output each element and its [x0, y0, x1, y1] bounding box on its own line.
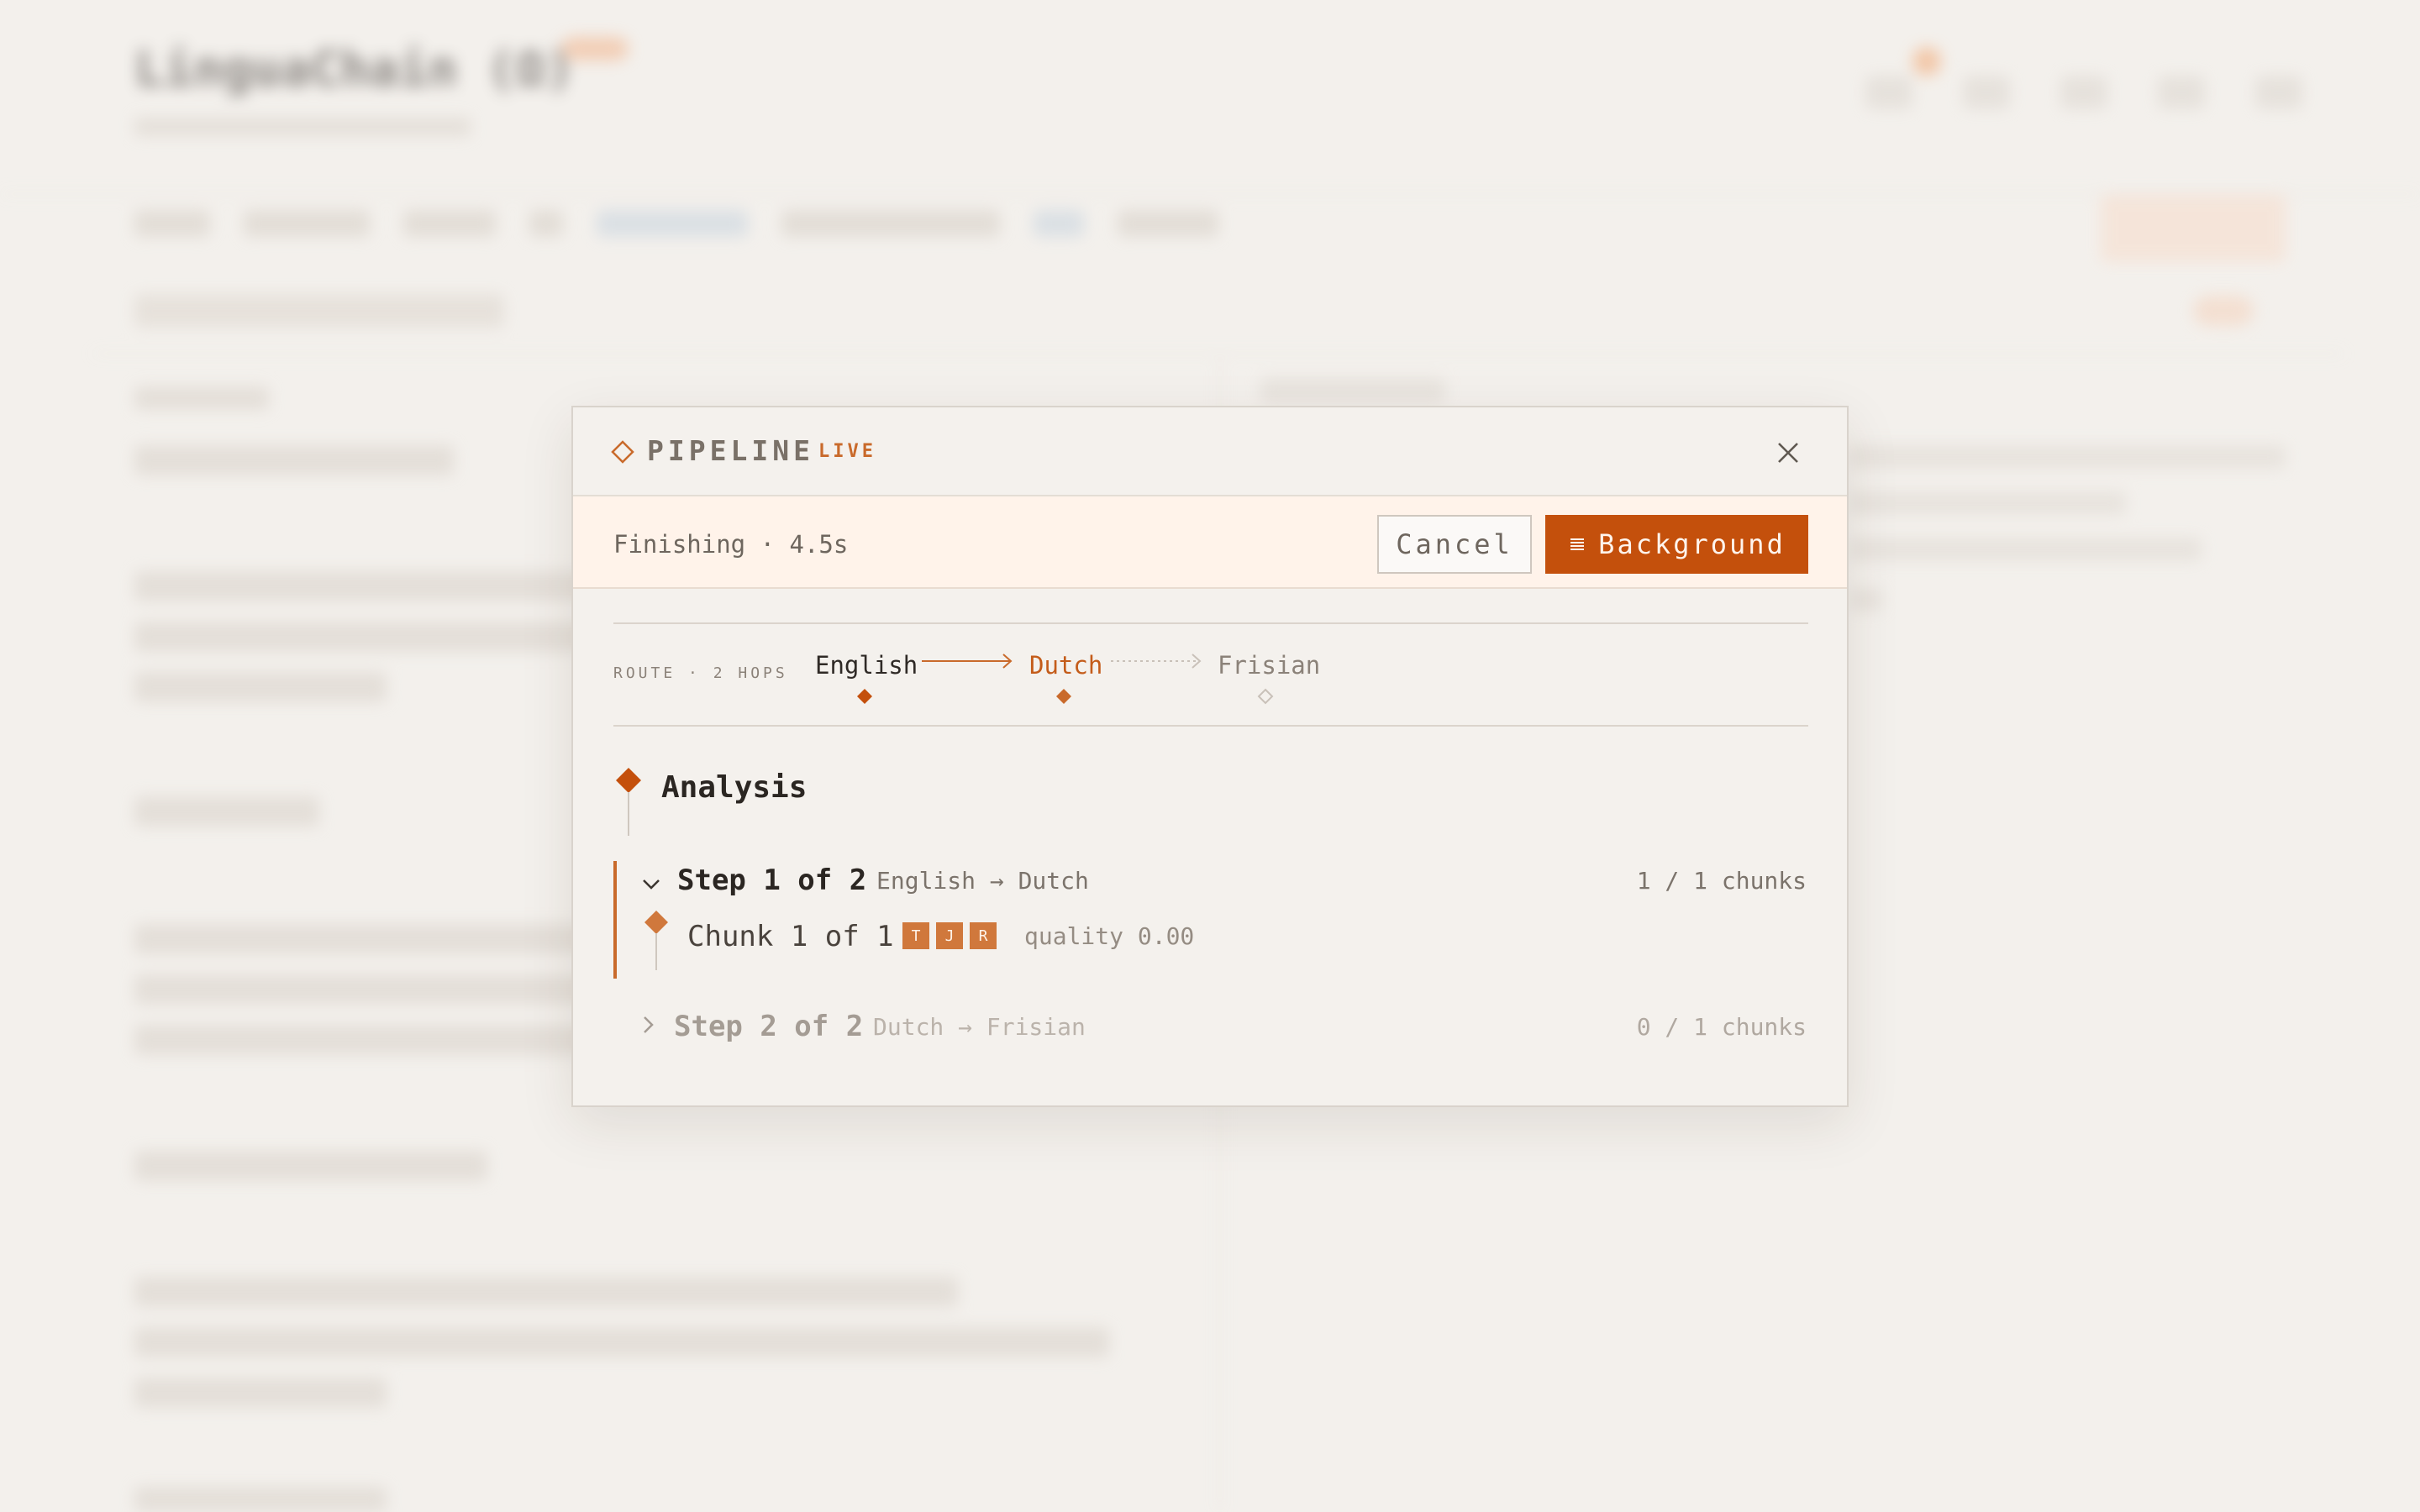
status-text: Finishing · 4.5s [613, 530, 849, 559]
cancel-button[interactable]: Cancel [1377, 515, 1532, 574]
chunk-tags: T J R [902, 922, 997, 949]
modal-title: PIPELINE [647, 434, 814, 467]
step-active-bar [613, 861, 617, 979]
step-2-title[interactable]: Step 2 of 2 [674, 1010, 863, 1043]
step-1-title[interactable]: Step 1 of 2 [677, 864, 866, 897]
bg-subtitle [134, 118, 471, 136]
bg-toolbar [134, 210, 1218, 237]
step-1-route: English → Dutch [876, 867, 1089, 895]
chunk-tag: R [970, 922, 997, 949]
cancel-button-label: Cancel [1396, 528, 1513, 560]
analysis-title: Analysis [661, 770, 808, 805]
chunk-quality: quality 0.00 [1024, 922, 1195, 950]
route-label: ROUTE · 2 HOPS [613, 664, 788, 682]
bg-tab [134, 294, 504, 328]
chevron-down-icon[interactable] [640, 874, 662, 895]
chunk-tag: J [936, 922, 963, 949]
bg-title-badge [561, 37, 629, 60]
diamond-outline-icon [611, 440, 634, 464]
close-icon[interactable] [1775, 439, 1802, 466]
route-divider-top [613, 622, 1808, 624]
step-2-chunk-count: 0 / 1 chunks [1636, 1013, 1807, 1041]
route-arrow-solid-icon [922, 654, 1013, 669]
bg-page-title: LinguaChain (Ω) [134, 40, 575, 97]
live-badge: LIVE [818, 441, 876, 462]
route-lang-english: English [815, 651, 918, 680]
status-bar: Finishing · 4.5s Cancel Background [573, 496, 1847, 589]
chunk-diamond-icon [644, 911, 668, 934]
route-node-done-icon [857, 689, 872, 704]
pipeline-modal: PIPELINE LIVE Finishing · 4.5s Cancel Ba… [571, 406, 1849, 1107]
stack-lines-icon [1570, 538, 1585, 550]
route-node-pending-icon [1257, 688, 1274, 705]
chunk-tag: T [902, 922, 929, 949]
route-lang-frisian: Frisian [1218, 651, 1321, 680]
chevron-right-icon[interactable] [637, 1014, 659, 1036]
bg-notification-dot [1912, 47, 1941, 76]
step-2-route: Dutch → Frisian [873, 1013, 1086, 1041]
bg-header-icons [1865, 76, 2302, 109]
route-arrow-dotted-icon [1111, 654, 1202, 669]
modal-header: PIPELINE LIVE [573, 407, 1847, 496]
route-divider-bottom [613, 725, 1808, 727]
bg-tab-pill [2193, 296, 2254, 326]
background-button-label: Background [1598, 528, 1786, 560]
step-1-chunk-count: 1 / 1 chunks [1636, 867, 1807, 895]
background-button[interactable]: Background [1545, 515, 1808, 574]
route-node-active-icon [1056, 689, 1071, 704]
route-lang-dutch: Dutch [1029, 651, 1103, 680]
analysis-diamond-icon [616, 768, 641, 793]
bg-toolbar-button [2101, 195, 2286, 262]
chunk-title: Chunk 1 of 1 [687, 920, 894, 953]
